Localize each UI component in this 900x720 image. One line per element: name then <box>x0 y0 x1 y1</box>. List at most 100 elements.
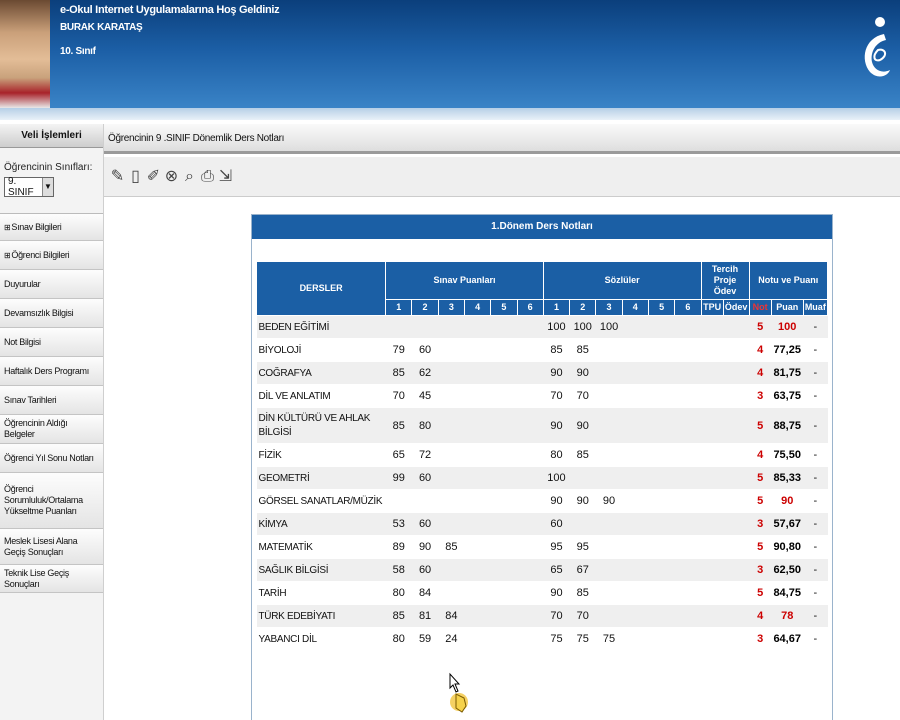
sidebar-item-sorumluluk-puanlari[interactable]: Öğrenci Sorumluluk/Ortalama Yükseltme Pu… <box>0 473 103 529</box>
tpu-cell <box>701 443 724 467</box>
table-row: DİL VE ANLATIM 70 45 70 70 3 63,75- <box>256 384 828 408</box>
grade-cell: 5 <box>749 407 772 444</box>
col-header-tpu: TPU <box>700 299 724 316</box>
col-header-sinav-3: 3 <box>437 299 465 316</box>
sidebar-item-not-bilgisi[interactable]: Not Bilgisi <box>0 328 103 357</box>
edit-icon[interactable]: ✎ <box>110 165 125 189</box>
oral-score-cell: 85 <box>569 581 596 605</box>
exam-score-cell <box>385 489 412 513</box>
oral-score-cell <box>648 558 675 582</box>
oral-score-cell <box>674 361 702 385</box>
table-row: GÖRSEL SANATLAR/MÜZİK 90 90 90 5 90- <box>256 489 828 513</box>
sidebar-item-ogrenci-bilgileri[interactable]: ⊞ Öğrenci Bilgileri <box>0 241 103 270</box>
sidebar-item-haftalik-program[interactable]: Haftalık Ders Programı <box>0 357 103 386</box>
score-cell: 100 <box>771 315 804 339</box>
oral-score-cell <box>595 338 623 362</box>
search-icon[interactable]: ⌕ <box>182 165 197 189</box>
tpu-cell <box>701 466 724 490</box>
exam-score-cell <box>490 535 518 559</box>
grade-cell: 4 <box>749 338 772 362</box>
grade-cell: 5 <box>749 489 772 513</box>
muaf-cell: - <box>803 384 828 408</box>
expand-icon[interactable]: ⊞ <box>4 222 11 233</box>
student-photo <box>0 0 50 108</box>
odev-cell <box>723 489 750 513</box>
sidebar-item-devamsizlik[interactable]: Devamsızlık Bilgisi <box>0 299 103 328</box>
exam-score-cell <box>464 627 491 651</box>
odev-cell <box>723 581 750 605</box>
exam-score-cell <box>517 512 544 536</box>
exam-score-cell <box>517 535 544 559</box>
oral-score-cell: 95 <box>569 535 596 559</box>
exam-score-cell <box>438 443 465 467</box>
oral-score-cell <box>595 604 623 628</box>
exam-score-cell <box>490 407 518 444</box>
table-row: GEOMETRİ 99 60 100 5 85,33- <box>256 466 828 490</box>
oral-score-cell <box>622 384 649 408</box>
exam-score-cell <box>464 361 491 385</box>
odev-cell <box>723 361 750 385</box>
tpu-cell <box>701 604 724 628</box>
oral-score-cell <box>595 558 623 582</box>
sidebar-item-sinav-bilgileri[interactable]: ⊞ Sınav Bilgileri <box>0 214 103 241</box>
exam-score-cell <box>517 581 544 605</box>
grade-cell: 5 <box>749 581 772 605</box>
muaf-cell: - <box>803 535 828 559</box>
oral-score-cell: 80 <box>543 443 570 467</box>
tpu-cell <box>701 407 724 444</box>
sidebar-item-belgeler[interactable]: Öğrencinin Aldığı Belgeler <box>0 415 103 444</box>
sidebar-item-yil-sonu-notlari[interactable]: Öğrenci Yıl Sonu Notları <box>0 444 103 473</box>
export-icon[interactable]: ⇲ <box>218 165 233 189</box>
muaf-cell: - <box>803 489 828 513</box>
sidebar-item-duyurular[interactable]: Duyurular <box>0 270 103 299</box>
exam-score-cell <box>438 407 465 444</box>
col-header-sozlu-3: 3 <box>595 299 623 316</box>
exam-score-cell <box>385 315 412 339</box>
grade-cell: 3 <box>749 512 772 536</box>
score-cell: 75,50 <box>771 443 804 467</box>
oral-score-cell: 70 <box>569 604 596 628</box>
oral-score-cell: 75 <box>569 627 596 651</box>
score-cell: 85,33 <box>771 466 804 490</box>
sidebar-item-label: Meslek Lisesi Alana Geçiş Sonuçları <box>4 535 78 557</box>
oral-score-cell <box>595 407 623 444</box>
sidebar-item-label: Haftalık Ders Programı <box>4 365 89 376</box>
grade-cell: 4 <box>749 604 772 628</box>
exam-score-cell: 60 <box>411 512 439 536</box>
oral-score-cell: 100 <box>543 315 570 339</box>
exam-score-cell <box>490 338 518 362</box>
tpu-cell <box>701 512 724 536</box>
exam-score-cell <box>464 512 491 536</box>
exam-score-cell <box>517 627 544 651</box>
sidebar-item-teknik-lise[interactable]: Teknik Lise Geçiş Sonuçları <box>0 565 103 593</box>
class-select[interactable]: 9. SINIF ▼ <box>4 176 54 198</box>
oral-score-cell <box>595 384 623 408</box>
oral-score-cell <box>595 512 623 536</box>
col-header-sozlu-6: 6 <box>674 299 702 316</box>
page-title: Öğrencinin 9 .SINIF Dönemlik Ders Notlar… <box>108 133 285 144</box>
chevron-down-icon[interactable]: ▼ <box>41 178 53 196</box>
grade-cell: 5 <box>749 535 772 559</box>
oral-score-cell <box>622 581 649 605</box>
pen-icon[interactable]: ✐ <box>146 165 161 189</box>
exam-score-cell: 84 <box>438 604 465 628</box>
oral-score-cell: 100 <box>543 466 570 490</box>
exam-score-cell: 89 <box>385 535 412 559</box>
expand-icon[interactable]: ⊞ <box>4 250 11 261</box>
sidebar-item-meslek-lisesi[interactable]: Meslek Lisesi Alana Geçiş Sonuçları <box>0 529 103 565</box>
col-header-sinav: Sınav Puanları <box>385 261 544 300</box>
exam-score-cell <box>490 315 518 339</box>
cancel-icon[interactable]: ⊗ <box>164 165 179 189</box>
clipboard-icon[interactable]: ▯ <box>128 165 143 189</box>
exam-score-cell: 80 <box>411 407 439 444</box>
sidebar-item-sinav-tarihleri[interactable]: Sınav Tarihleri <box>0 386 103 415</box>
oral-score-cell <box>674 627 702 651</box>
exam-score-cell: 85 <box>385 604 412 628</box>
oral-score-cell <box>648 315 675 339</box>
tpu-cell <box>701 558 724 582</box>
oral-score-cell <box>622 466 649 490</box>
table-row: COĞRAFYA 85 62 90 90 4 81,75- <box>256 361 828 385</box>
exam-score-cell: 85 <box>385 361 412 385</box>
print-icon[interactable]: ⎙ <box>200 165 215 189</box>
exam-score-cell <box>438 581 465 605</box>
